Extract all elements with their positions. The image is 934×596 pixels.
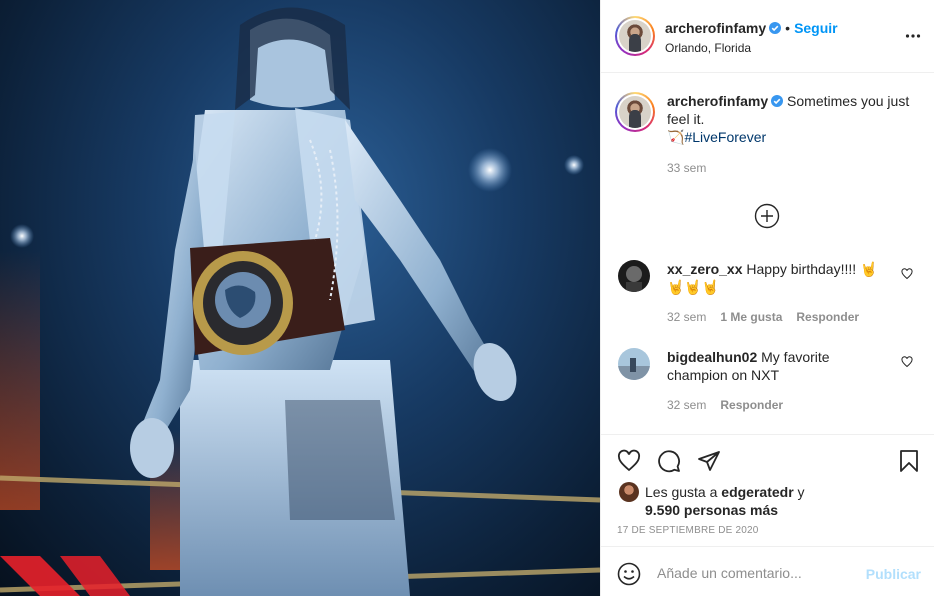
comment-meta: 32 sem 1 Me gusta Responder [667, 310, 873, 324]
post-location[interactable]: Orlando, Florida [665, 41, 751, 55]
reply-button[interactable]: Responder [720, 398, 783, 412]
share-paper-plane-icon[interactable] [697, 449, 721, 473]
comment-input[interactable] [657, 561, 857, 585]
likes-conjunction: y [797, 484, 805, 500]
save-bookmark-icon[interactable] [897, 449, 921, 473]
comment-bubble-icon[interactable] [657, 449, 681, 473]
author-username[interactable]: archerofinfamy [665, 20, 766, 36]
comment-meta: 32 sem Responder [667, 398, 797, 412]
load-more-comments-icon[interactable] [754, 203, 780, 229]
like-comment-heart-icon[interactable] [901, 268, 913, 280]
post-header: archerofinfamy • Seguir Orlando, Florida [601, 0, 934, 73]
caption-author-avatar[interactable] [615, 92, 655, 132]
like-heart-icon[interactable] [617, 449, 641, 473]
publish-button[interactable]: Publicar [866, 566, 921, 582]
verified-badge-icon [771, 95, 784, 107]
follow-button[interactable]: Seguir [794, 20, 838, 36]
commenter-avatar[interactable] [618, 260, 650, 292]
caption-text-block: archerofinfamy Sometimes you just feel i… [667, 92, 917, 177]
author-avatar[interactable] [615, 16, 655, 56]
likes-summary: Les gusta a edgeratedr y 9.590 personas … [645, 483, 825, 519]
post-details-panel: archerofinfamy • Seguir Orlando, Florida a… [600, 0, 934, 596]
caption-time[interactable]: 33 sem [667, 159, 917, 177]
comment-text-block: bigdealhun02 My favorite champion on NXT [667, 348, 887, 384]
likes-prefix: Les gusta a [645, 484, 718, 500]
liker-avatar[interactable] [619, 482, 639, 502]
add-comment-bar: Publicar [601, 546, 934, 596]
comment-username[interactable]: bigdealhun02 [667, 349, 757, 365]
reply-button[interactable]: Responder [796, 310, 859, 324]
more-options-icon[interactable] [905, 28, 921, 44]
comment-time[interactable]: 32 sem [667, 310, 706, 324]
post-actions: Les gusta a edgeratedr y 9.590 personas … [601, 434, 934, 546]
commenter-avatar[interactable] [618, 348, 650, 380]
separator-dot: • [785, 20, 791, 36]
liker-username[interactable]: edgeratedr [721, 484, 793, 500]
wrestler-photo-art [0, 7, 600, 596]
comment-time[interactable]: 32 sem [667, 398, 706, 412]
caption-username[interactable]: archerofinfamy [667, 93, 768, 109]
bow-arrow-emoji: 🏹 [667, 129, 685, 145]
comment-username[interactable]: xx_zero_xx [667, 261, 743, 277]
author-name-line: archerofinfamy • Seguir [665, 20, 838, 36]
post-date[interactable]: 17 de septiembre de 2020 [617, 525, 759, 536]
comment-text-block: xx_zero_xx Happy birthday!!!! 🤘🤘🤘🤘 [667, 260, 887, 296]
comment-likes[interactable]: 1 Me gusta [720, 310, 782, 324]
emoji-smiley-icon[interactable] [617, 562, 641, 586]
like-comment-heart-icon[interactable] [901, 356, 913, 368]
other-likers-count[interactable]: 9.590 personas más [645, 502, 778, 518]
verified-badge-icon [769, 22, 782, 34]
hashtag-link[interactable]: #LiveForever [684, 129, 766, 145]
post-image[interactable] [0, 0, 600, 596]
